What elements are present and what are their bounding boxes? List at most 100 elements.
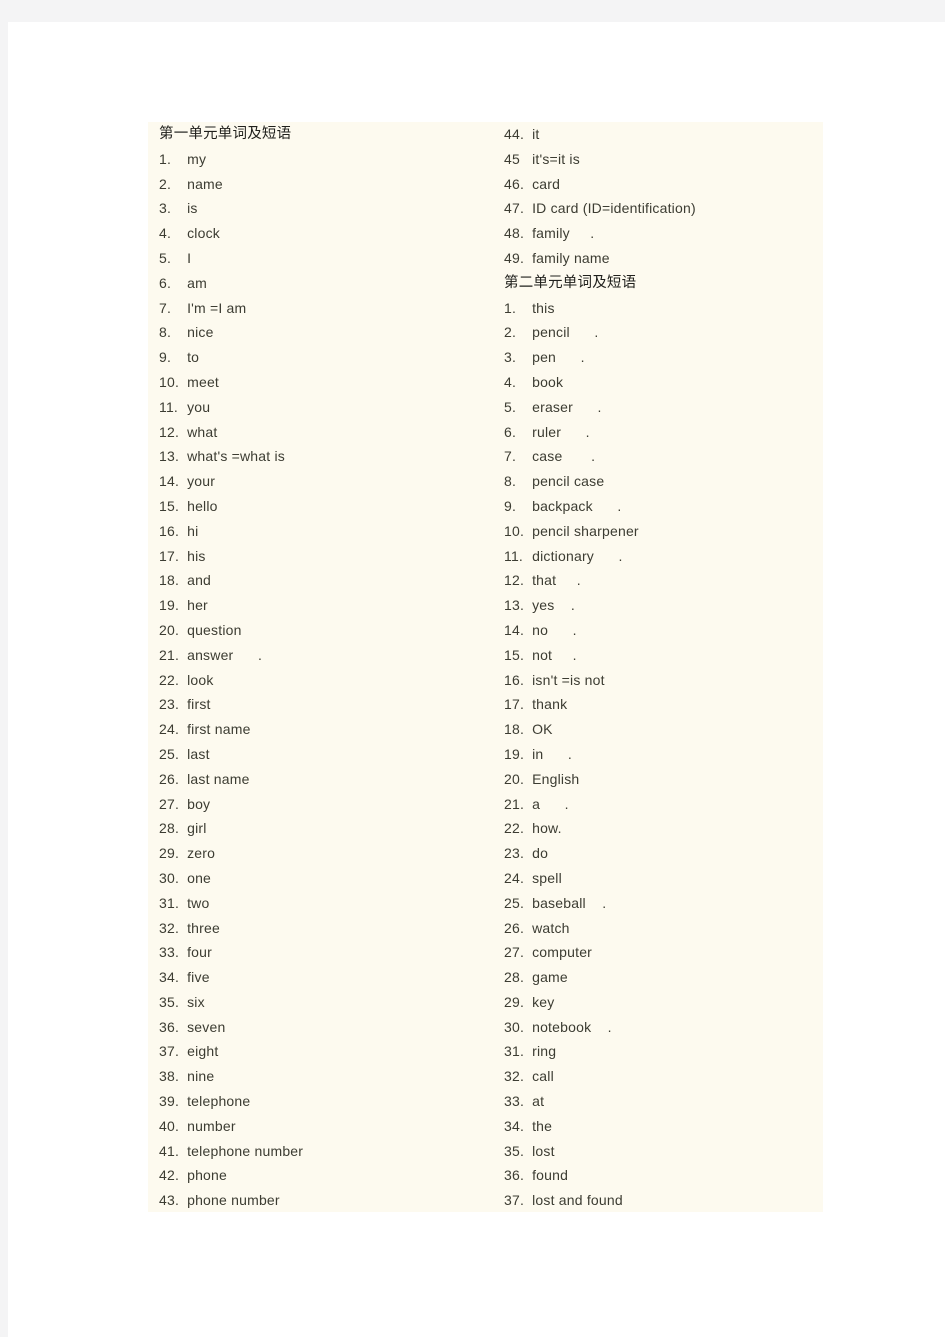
- entry-term: a: [528, 795, 541, 812]
- entry-number: 36.: [159, 1018, 180, 1035]
- entry-number: 10.: [159, 373, 180, 390]
- entry-term: last name: [183, 770, 250, 787]
- vocabulary-entry: 2. pencil .: [504, 320, 822, 345]
- entry-trailing-dot: .: [548, 621, 577, 638]
- entry-trailing-dot: .: [552, 646, 577, 663]
- entry-term: lost: [528, 1142, 555, 1159]
- vocabulary-entry: 12. what: [159, 420, 489, 445]
- vocabulary-entry: 20. English: [504, 767, 822, 792]
- entry-term: found: [528, 1167, 569, 1184]
- vocabulary-entry: 8. nice: [159, 320, 489, 345]
- entry-term: ruler: [528, 423, 562, 440]
- entry-number: 3.: [159, 200, 172, 217]
- entry-term: I: [183, 249, 192, 266]
- entry-number: 32.: [504, 1068, 525, 1085]
- vocabulary-entry: 5. I: [159, 246, 489, 271]
- entry-number: 37.: [159, 1043, 180, 1060]
- entry-number: 37.: [504, 1192, 525, 1209]
- entry-number: 19.: [504, 745, 525, 762]
- entry-term: phone: [183, 1167, 228, 1184]
- vocabulary-entry: 24. first name: [159, 717, 489, 742]
- entry-term: OK: [528, 721, 553, 738]
- vocabulary-entry: 37. lost and found: [504, 1188, 822, 1213]
- entry-number: 2.: [504, 324, 517, 341]
- vocabulary-entry: 14. your: [159, 469, 489, 494]
- vocabulary-entry: 6. ruler .: [504, 420, 822, 445]
- entry-term: backpack: [528, 497, 593, 514]
- vocabulary-entry: 2. name: [159, 172, 489, 197]
- entry-number: 17.: [159, 547, 180, 564]
- entry-term: answer: [183, 646, 234, 663]
- entry-term: I'm =I am: [183, 299, 247, 316]
- vocabulary-entry: 46. card: [504, 172, 822, 197]
- entry-number: 30.: [504, 1018, 525, 1035]
- vocabulary-entry: 4. clock: [159, 221, 489, 246]
- entry-term: in: [528, 745, 544, 762]
- entry-term: call: [528, 1068, 554, 1085]
- entry-term: family: [528, 225, 570, 242]
- vocabulary-entry: 3. pen .: [504, 345, 822, 370]
- entry-term: baseball: [528, 894, 586, 911]
- vocabulary-entry: 33. four: [159, 940, 489, 965]
- vocabulary-entry: 45 it's=it is: [504, 147, 822, 172]
- vocabulary-entry: 30. one: [159, 866, 489, 891]
- vocabulary-entry: 28. girl: [159, 816, 489, 841]
- vocabulary-entry: 34. the: [504, 1114, 822, 1139]
- entry-number: 19.: [159, 597, 180, 614]
- entry-number: 44.: [504, 126, 525, 142]
- entry-term: pen: [528, 349, 557, 366]
- vocabulary-entry: 49. family name: [504, 246, 822, 271]
- entry-number: 8.: [159, 324, 172, 341]
- entry-number: 1.: [504, 299, 517, 316]
- entry-number: 16.: [159, 522, 180, 539]
- entry-number: 21.: [159, 646, 180, 663]
- entry-term: eraser: [528, 398, 573, 415]
- entry-term: no: [528, 621, 549, 638]
- entry-number: 9.: [159, 349, 172, 366]
- entry-number: 24.: [159, 721, 180, 738]
- entry-number: 24.: [504, 869, 525, 886]
- entry-number: 6.: [504, 423, 517, 440]
- entry-term: and: [183, 572, 212, 589]
- entry-number: 34.: [159, 969, 180, 986]
- left-column: 第一单元单词及短语 1. my 2. name 3. is 4. clock 5. I6…: [159, 122, 489, 1213]
- vocabulary-entry: 13. what's =what is: [159, 444, 489, 469]
- vocabulary-entry: 11. dictionary .: [504, 544, 822, 569]
- vocabulary-entry: 22. how.: [504, 816, 822, 841]
- entry-trailing-dot: .: [554, 597, 575, 614]
- vocabulary-entry: 26. last name: [159, 767, 489, 792]
- entry-term: nice: [183, 324, 214, 341]
- entry-number: 40.: [159, 1117, 180, 1134]
- entry-term: my: [183, 150, 207, 167]
- vocabulary-entry: 24. spell: [504, 866, 822, 891]
- vocabulary-entry: 32. three: [159, 916, 489, 941]
- entry-term: seven: [183, 1018, 226, 1035]
- entry-term: spell: [528, 869, 562, 886]
- vocabulary-entry: 42. phone: [159, 1163, 489, 1188]
- entry-number: 28.: [504, 969, 525, 986]
- entry-term: pencil case: [528, 473, 605, 490]
- entry-term: pencil sharpener: [528, 522, 639, 539]
- entry-number: 47.: [504, 200, 525, 217]
- vocabulary-entry: 31. ring: [504, 1039, 822, 1064]
- entry-number: 22.: [159, 671, 180, 688]
- entry-number: 18.: [159, 572, 180, 589]
- entry-term: telephone number: [183, 1142, 304, 1159]
- entry-term: the: [528, 1117, 553, 1134]
- entry-number: 32.: [159, 919, 180, 936]
- entry-number: 5.: [504, 398, 517, 415]
- vocabulary-entry: 21. answer .: [159, 643, 489, 668]
- vocabulary-entry: 28. game: [504, 965, 822, 990]
- entry-number: 14.: [159, 473, 180, 490]
- vocabulary-entry: 3. is: [159, 196, 489, 221]
- entry-term: card: [528, 175, 561, 192]
- vocabulary-entry: 44. it: [504, 122, 822, 147]
- vocabulary-entry: 36. found: [504, 1163, 822, 1188]
- vocabulary-entry: 22. look: [159, 668, 489, 693]
- vocabulary-entry: 8. pencil case: [504, 469, 822, 494]
- vocabulary-entry: 9. backpack .: [504, 494, 822, 519]
- entry-term: lost and found: [528, 1192, 623, 1209]
- entry-number: 26.: [504, 919, 525, 936]
- entry-term: to: [183, 349, 200, 366]
- entry-number: 25.: [159, 745, 180, 762]
